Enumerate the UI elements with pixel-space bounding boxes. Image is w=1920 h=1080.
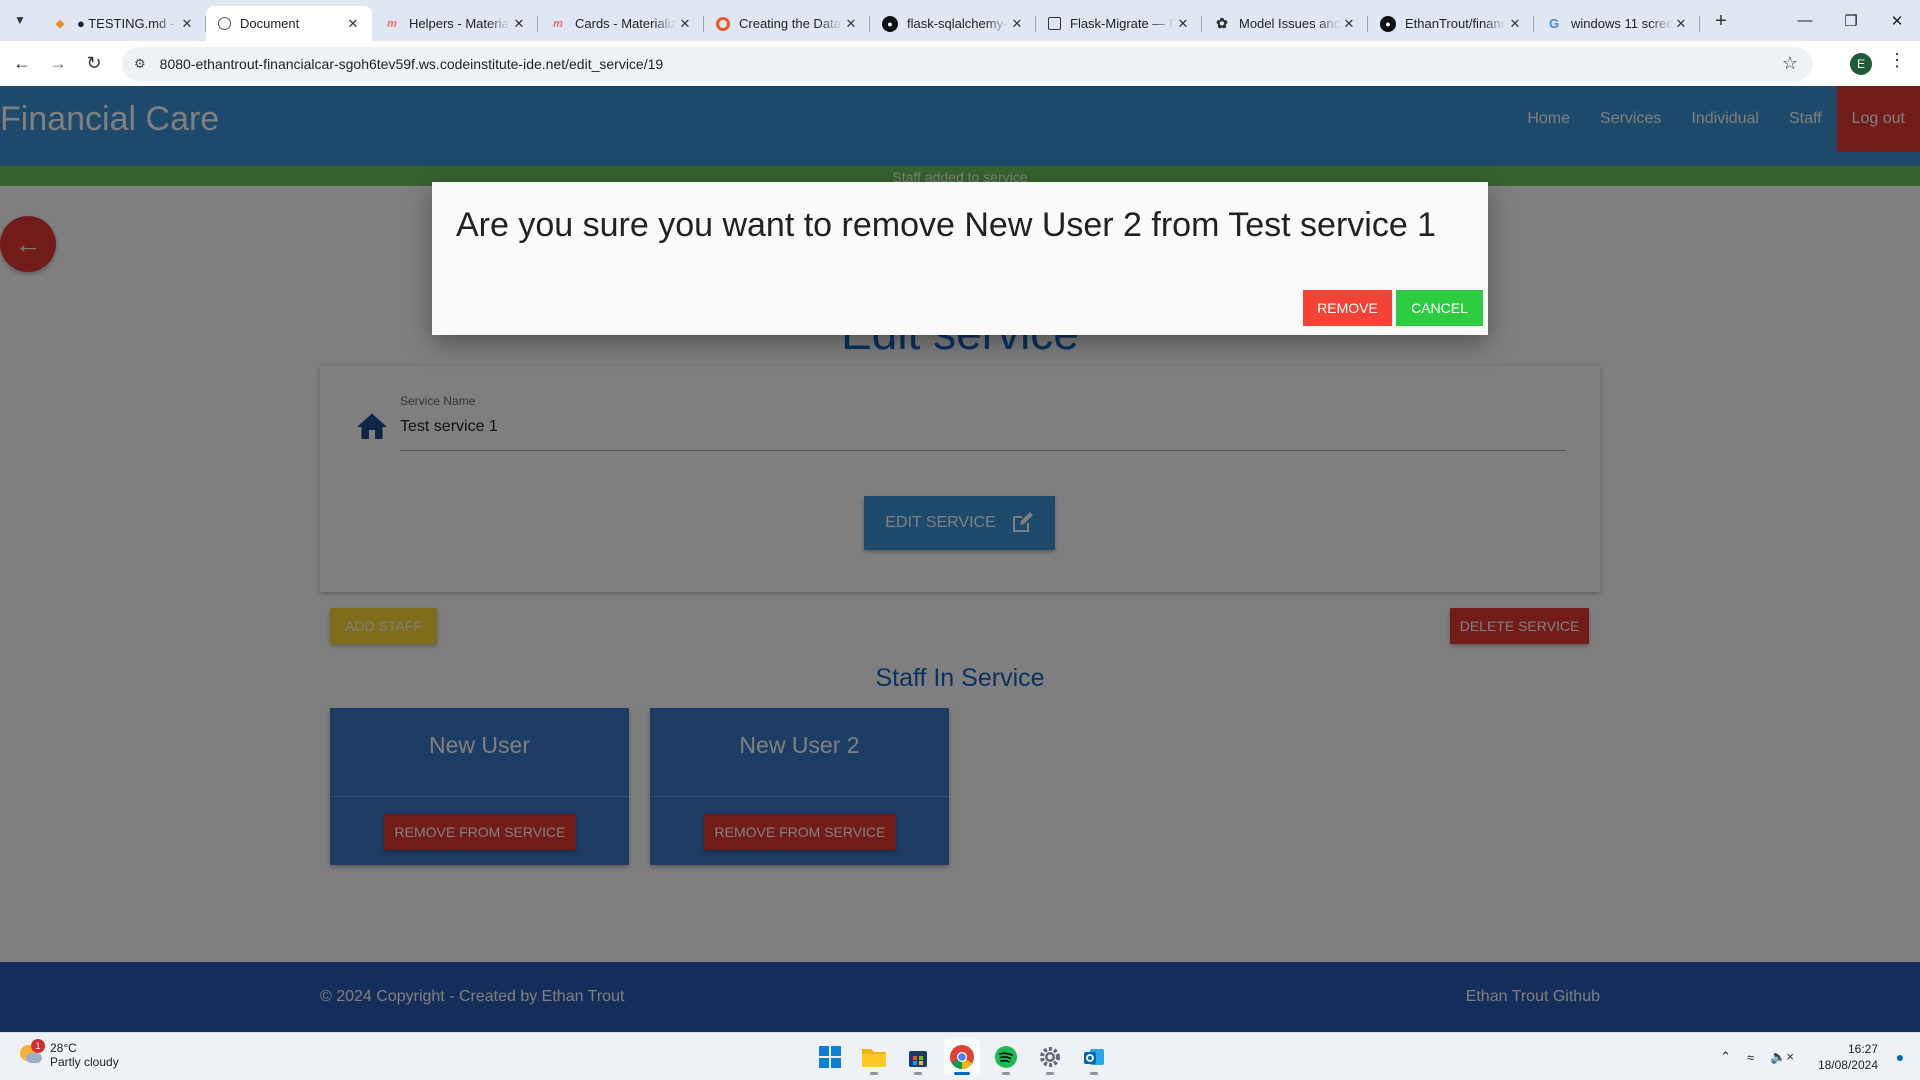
clock-time: 16:27 <box>1847 1042 1878 1056</box>
reload-icon[interactable]: ↻ <box>80 49 108 77</box>
speaker-muted-icon[interactable]: 🔈× <box>1770 1049 1794 1065</box>
spotify-button[interactable] <box>988 1039 1024 1075</box>
file-explorer-button[interactable] <box>856 1039 892 1075</box>
bookmark-star-icon[interactable]: ☆ <box>1782 53 1798 74</box>
weather-widget[interactable]: 1 28°C Partly cloudy <box>18 1039 119 1069</box>
browser-tab[interactable]: Creating the Data ✕ <box>704 6 870 41</box>
browser-tab[interactable]: ● flask-sqlalchemy- ✕ <box>870 6 1036 41</box>
tab-list: ◆ ● TESTING.md - fi ✕ Document ✕ m Helpe… <box>40 6 1736 41</box>
globe-icon <box>218 17 231 30</box>
close-window-icon[interactable]: ✕ <box>1874 0 1920 41</box>
outlook-button[interactable] <box>1076 1039 1112 1075</box>
new-tab-button[interactable]: + <box>1706 6 1736 36</box>
store-button[interactable] <box>900 1039 936 1075</box>
system-tray: ⌃ ≈ 🔈× 16:27 18/08/2024 ● <box>1712 1033 1920 1080</box>
browser-tab[interactable]: Flask-Migrate — F ✕ <box>1036 6 1202 41</box>
close-icon[interactable]: ✕ <box>1174 16 1192 32</box>
settings-button[interactable] <box>1032 1039 1068 1075</box>
close-icon[interactable]: ✕ <box>1672 16 1690 32</box>
windows-taskbar: 1 28°C Partly cloudy ⌃ ≈ 🔈× 16:27 18/08/… <box>0 1032 1920 1080</box>
site-settings-icon[interactable]: ⚙ <box>134 56 146 72</box>
openai-icon: ✿ <box>1216 15 1228 31</box>
github-icon: ● <box>1380 15 1396 32</box>
browser-tab-active[interactable]: Document ✕ <box>206 6 372 41</box>
chrome-icon <box>950 1045 974 1069</box>
close-icon[interactable]: ✕ <box>510 16 528 32</box>
chevron-up-icon[interactable]: ⌃ <box>1720 1049 1731 1065</box>
close-icon[interactable]: ✕ <box>842 16 860 32</box>
close-icon[interactable]: ✕ <box>178 16 196 32</box>
close-icon[interactable]: ✕ <box>1340 16 1358 32</box>
notification-badge: 1 <box>31 1039 45 1053</box>
ring-icon <box>716 16 730 31</box>
tab-title: Flask-Migrate — F <box>1070 16 1174 31</box>
modal-message: Are you sure you want to remove New User… <box>456 206 1437 244</box>
tab-title: EthanTrout/financ <box>1405 16 1506 31</box>
weather-text: 28°C Partly cloudy <box>50 1041 119 1069</box>
folder-icon <box>862 1049 886 1067</box>
browser-toolbar: ← → ↻ ⚙ 8080-ethantrout-financialcar-sgo… <box>0 41 1920 86</box>
store-icon <box>909 1051 927 1067</box>
close-icon[interactable]: ✕ <box>676 16 694 32</box>
cloud-shape <box>26 1053 42 1063</box>
browser-tab[interactable]: G windows 11 scree ✕ <box>1534 6 1700 41</box>
weather-temp: 28°C <box>50 1041 77 1055</box>
address-bar[interactable]: ⚙ 8080-ethantrout-financialcar-sgoh6tev5… <box>122 47 1812 81</box>
tab-title: Helpers - Material <box>409 16 510 31</box>
tab-title: Creating the Data <box>739 16 841 31</box>
browser-tab[interactable]: ◆ ● TESTING.md - fi ✕ <box>40 6 206 41</box>
browser-tab[interactable]: ✿ Model Issues and ✕ <box>1202 6 1368 41</box>
minimize-icon[interactable]: — <box>1782 0 1828 41</box>
close-icon[interactable]: ✕ <box>1008 16 1026 32</box>
github-icon: ● <box>882 15 898 32</box>
menu-dots-icon[interactable]: ⋮ <box>1888 51 1906 69</box>
tab-search-icon[interactable]: ▼ <box>8 8 32 32</box>
tab-title: Document <box>240 16 300 31</box>
tab-title: Cards - Materializ <box>575 16 676 31</box>
clock[interactable]: 16:27 18/08/2024 <box>1818 1041 1878 1073</box>
modal-cancel-button[interactable]: CANCEL <box>1396 290 1483 326</box>
web-page: Financial Care Home Services Individual … <box>0 86 1920 1032</box>
close-icon[interactable]: ✕ <box>344 16 362 32</box>
clock-date: 18/08/2024 <box>1817 1058 1878 1072</box>
browser-tab-strip: ▼ ◆ ● TESTING.md - fi ✕ Document ✕ m Hel… <box>0 0 1920 41</box>
tab-title: Model Issues and <box>1239 16 1340 31</box>
browser-tab[interactable]: m Helpers - Material ✕ <box>372 6 538 41</box>
close-icon[interactable]: ✕ <box>1506 16 1524 32</box>
partly-cloudy-icon: 1 <box>18 1039 45 1067</box>
url-text[interactable]: 8080-ethantrout-financialcar-sgoh6tev59f… <box>160 56 664 72</box>
notification-bell-icon[interactable]: ● <box>1890 1049 1910 1065</box>
chrome-button[interactable] <box>944 1039 980 1075</box>
back-arrow-icon[interactable]: ← <box>8 49 36 77</box>
wifi-icon[interactable]: ≈ <box>1747 1050 1754 1065</box>
weather-desc: Partly cloudy <box>50 1055 119 1069</box>
tab-title: windows 11 scree <box>1571 16 1672 31</box>
settings-gear-icon <box>1040 1047 1060 1067</box>
materialize-icon: m <box>387 17 397 30</box>
tab-title: flask-sqlalchemy- <box>907 16 1008 31</box>
restore-icon[interactable]: ❐ <box>1828 0 1874 41</box>
confirm-modal: Are you sure you want to remove New User… <box>432 182 1488 335</box>
modal-remove-button[interactable]: REMOVE <box>1303 290 1392 326</box>
spotify-icon <box>995 1046 1017 1068</box>
tab-title: ● TESTING.md - fi <box>77 16 178 31</box>
google-icon: G <box>1548 16 1560 31</box>
start-button[interactable] <box>812 1039 848 1075</box>
gitpod-icon: ◆ <box>55 18 65 30</box>
outlook-icon <box>1084 1049 1104 1065</box>
taskbar-apps <box>812 1039 1112 1075</box>
browser-tab[interactable]: m Cards - Materializ ✕ <box>538 6 704 41</box>
docs-icon <box>1048 17 1061 30</box>
windows-logo-icon <box>819 1046 841 1068</box>
browser-tab[interactable]: ● EthanTrout/financ ✕ <box>1368 6 1534 41</box>
forward-arrow-icon[interactable]: → <box>44 49 72 77</box>
materialize-icon: m <box>553 17 563 30</box>
tab-separator <box>1699 16 1700 32</box>
profile-avatar[interactable]: E <box>1850 53 1872 75</box>
